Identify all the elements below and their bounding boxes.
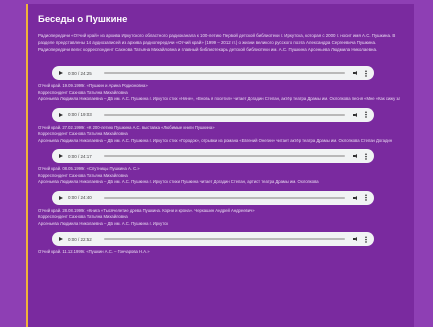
audio-time: 0:00 / 24:25 <box>68 70 92 76</box>
audio-player[interactable]: 0:00 / 24:40 <box>52 190 374 205</box>
audio-progress-bar[interactable] <box>104 238 345 240</box>
more-options-icon[interactable] <box>365 152 367 160</box>
episode-item: 0:00 / 24:17 Отчий край. 08.05.1999г. «С… <box>38 149 400 186</box>
play-icon[interactable] <box>59 195 63 200</box>
audio-time: 0:00 / 24:40 <box>68 195 92 200</box>
audio-progress-bar[interactable] <box>104 155 345 157</box>
episode-item: 0:00 / 22:52 Отчий край. 11.12.1999г. «П… <box>38 232 400 256</box>
volume-icon[interactable] <box>353 154 359 158</box>
audio-time: 0:00 / 22:52 <box>68 236 92 242</box>
audio-player[interactable]: 0:00 / 24:17 <box>52 149 374 163</box>
page-title: Беседы о Пушкине <box>38 14 128 25</box>
episode-description: Отчий край. 28.08.1999г. «Книга «Тысячел… <box>38 208 400 228</box>
episode-item: 0:00 / 19:03 Отчий край. 27.02.1999г. «К… <box>38 107 400 145</box>
episode-line: Арсеньева Людмила Николаевна – ДБ им. А.… <box>38 220 169 226</box>
volume-icon[interactable] <box>353 195 359 200</box>
episode-list: 0:00 / 24:25 Отчий край. 19.09.1999г. «П… <box>28 66 414 256</box>
play-icon[interactable] <box>59 112 63 117</box>
episode-item: 0:00 / 24:40 Отчий край. 28.08.1999г. «К… <box>38 190 400 228</box>
volume-icon[interactable] <box>353 71 359 75</box>
more-options-icon[interactable] <box>365 235 367 243</box>
episode-line: Отчий край. 11.12.1999г. «Пушкин А.С. – … <box>38 249 150 254</box>
episode-description: Отчий край. 19.09.1999г. «Пушкин и Арина… <box>38 83 400 103</box>
audio-player[interactable]: 0:00 / 19:03 <box>52 107 374 122</box>
episode-item: 0:00 / 24:25 Отчий край. 19.09.1999г. «П… <box>38 66 400 103</box>
more-options-icon[interactable] <box>365 69 367 77</box>
play-icon[interactable] <box>59 237 63 241</box>
play-icon[interactable] <box>59 154 63 158</box>
episode-description: Отчий край. 27.02.1999г. «К 200-летию Пу… <box>38 125 400 145</box>
more-options-icon[interactable] <box>365 194 367 201</box>
episode-description: Отчий край. 08.05.1999г. «Спутницы Пушки… <box>38 166 400 186</box>
audio-progress-bar[interactable] <box>104 113 345 116</box>
volume-icon[interactable] <box>353 112 359 117</box>
episode-description: Отчий край. 11.12.1999г. «Пушкин А.С. – … <box>38 249 400 256</box>
content-panel: Беседы о Пушкине Радиопередачи «Отчий кр… <box>26 4 414 327</box>
intro-text: Радиопередачи «Отчий край» из архива Ирк… <box>38 33 396 52</box>
audio-player[interactable]: 0:00 / 22:52 <box>52 232 374 246</box>
audio-player[interactable]: 0:00 / 24:25 <box>52 66 374 80</box>
audio-progress-bar[interactable] <box>104 72 345 74</box>
audio-time: 0:00 / 19:03 <box>68 112 92 117</box>
audio-time: 0:00 / 24:17 <box>68 153 92 159</box>
more-options-icon[interactable] <box>365 111 367 118</box>
audio-progress-bar[interactable] <box>104 196 345 199</box>
volume-icon[interactable] <box>353 237 359 241</box>
play-icon[interactable] <box>59 71 63 75</box>
episode-line: Арсеньева Людмила Николаевна – ДБ им. А.… <box>38 179 319 184</box>
episode-line: Арсеньева Людмила Николаевна – ДБ им. А.… <box>38 137 393 143</box>
episode-line: Арсеньева Людмила Николаевна – ДБ им. А.… <box>38 96 400 101</box>
